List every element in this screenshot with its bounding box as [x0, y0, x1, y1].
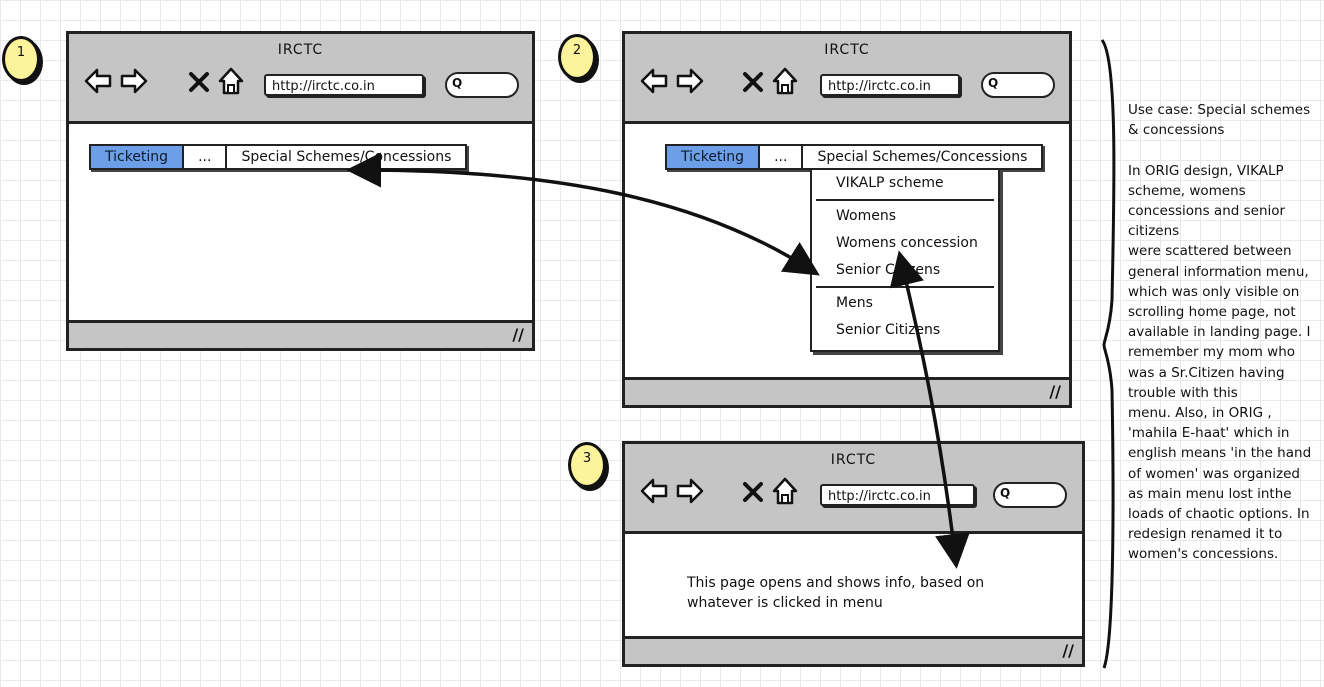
annotation-brace	[1100, 39, 1116, 669]
connector-overlay	[346, 39, 1116, 669]
use-case-note: Use case: Special schemes & concessions …	[1128, 102, 1312, 563]
flow-arrow-2-to-3	[889, 250, 970, 569]
flow-arrow-1-to-2	[346, 152, 820, 276]
